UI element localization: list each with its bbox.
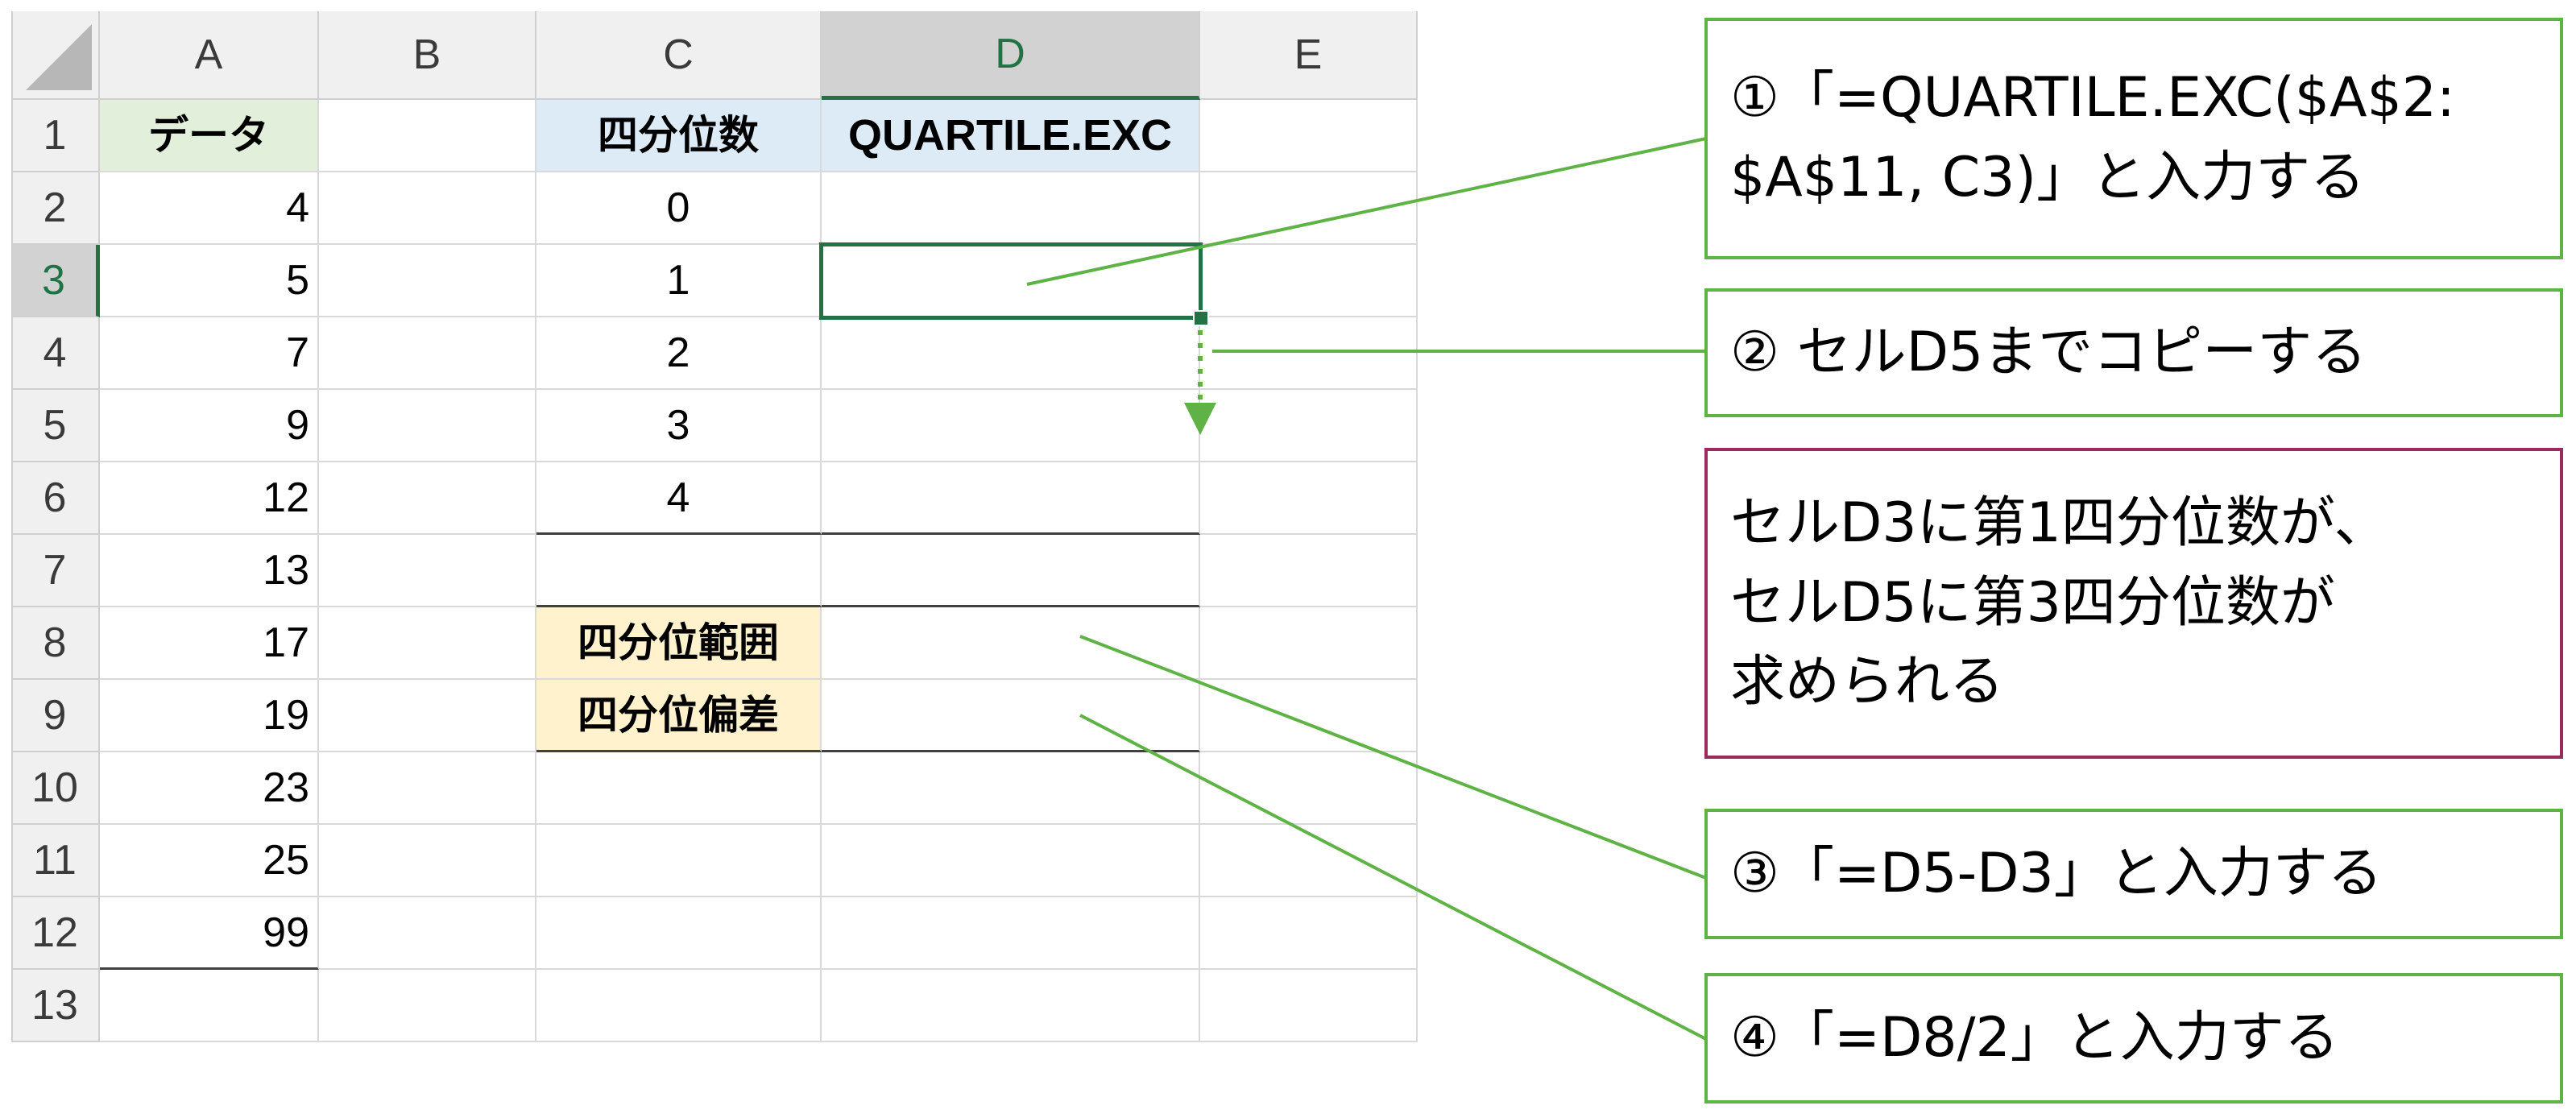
- callout-note-line-1: セルD3に第1四分位数が、: [1730, 491, 2389, 556]
- connector-line-4: [1079, 714, 1707, 1041]
- connector-line-3: [1079, 635, 1707, 880]
- callout-step-4: ④「=D8/2」と入力する: [1704, 973, 2563, 1104]
- callout-step-2-line-1: ② セルD5までコピーする: [1730, 320, 2367, 384]
- callout-step-1: ①「=QUARTILE.EXC($A$2: $A$11, C3)」と入力する: [1704, 18, 2563, 259]
- callout-step-1-line-1: ①「=QUARTILE.EXC($A$2:: [1730, 66, 2455, 130]
- callout-note-line-3: 求められる: [1730, 650, 2005, 714]
- callout-step-1-line-2: $A$11, C3)」と入力する: [1730, 146, 2366, 209]
- fill-arrow-icon: [1184, 330, 1216, 435]
- callout-step-3: ③「=D5-D3」と入力する: [1704, 809, 2563, 939]
- callout-step-2: ② セルD5までコピーする: [1704, 288, 2563, 417]
- callout-step-4-line-1: ④「=D8/2」と入力する: [1730, 1005, 2339, 1070]
- callout-note-line-2: セルD5に第3四分位数が: [1730, 570, 2335, 635]
- callout-step-3-line-1: ③「=D5-D3」と入力する: [1730, 841, 2383, 905]
- connector-line-1: [1026, 137, 1707, 286]
- callout-note: セルD3に第1四分位数が、 セルD5に第3四分位数が 求められる: [1704, 448, 2563, 759]
